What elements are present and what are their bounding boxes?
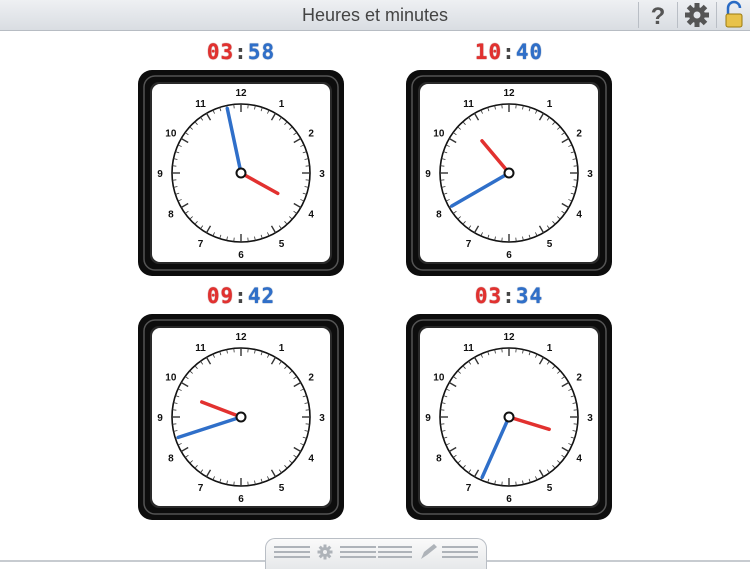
- dial-number: 1: [547, 99, 553, 110]
- digital-colon: :: [234, 284, 248, 308]
- dial-number: 12: [235, 332, 247, 343]
- dial-number: 2: [308, 129, 314, 140]
- dial-number: 5: [279, 483, 285, 494]
- dial-number: 8: [436, 210, 442, 221]
- dial-number: 3: [319, 413, 325, 424]
- digital-hours: 10: [475, 40, 502, 64]
- digital-time: 10:40: [404, 40, 614, 64]
- dial-number: 9: [425, 413, 431, 424]
- digital-time: 03:58: [136, 40, 346, 64]
- center-pin: [505, 413, 514, 422]
- dial-number: 6: [238, 250, 244, 261]
- dial-number: 5: [279, 239, 285, 250]
- dial-number: 2: [576, 373, 582, 384]
- lock-button[interactable]: [718, 0, 750, 30]
- dial-number: 12: [503, 332, 515, 343]
- dial-number: 5: [547, 483, 553, 494]
- center-pin: [237, 413, 246, 422]
- digital-minutes: 58: [248, 40, 275, 64]
- dial-number: 7: [466, 483, 472, 494]
- dial-number: 2: [308, 373, 314, 384]
- dial-number: 10: [433, 129, 445, 140]
- dial-number: 10: [165, 129, 177, 140]
- dial-number: 12: [503, 88, 515, 99]
- dial-number: 3: [319, 169, 325, 180]
- dial-number: 8: [168, 210, 174, 221]
- dial-number: 4: [576, 454, 582, 465]
- pencil-icon: [421, 544, 437, 559]
- gear-icon: [679, 0, 715, 30]
- clock-1: 03:58 121234567891011: [136, 40, 346, 280]
- bottom-toolbar-graphic: [266, 539, 486, 563]
- dial-number: 7: [198, 483, 204, 494]
- dial-number: 7: [466, 239, 472, 250]
- question-mark-icon: ?: [640, 0, 676, 30]
- dial-number: 2: [576, 129, 582, 140]
- analog-clock-face[interactable]: 121234567891011: [404, 314, 614, 520]
- dial-number: 6: [506, 250, 512, 261]
- dial-number: 8: [436, 454, 442, 465]
- lines-icon: [274, 547, 478, 557]
- clock-4: 03:34 121234567891011: [404, 284, 614, 524]
- settings-button[interactable]: [679, 0, 715, 30]
- digital-hours: 03: [475, 284, 502, 308]
- digital-minutes: 34: [516, 284, 543, 308]
- dial-number: 6: [238, 494, 244, 505]
- digital-hours: 03: [207, 40, 234, 64]
- dial-number: 1: [279, 99, 285, 110]
- dial-number: 8: [168, 454, 174, 465]
- toolbar-divider: [638, 2, 639, 28]
- digital-colon: :: [234, 40, 248, 64]
- dial-number: 11: [195, 99, 206, 110]
- dial-number: 6: [506, 494, 512, 505]
- dial-number: 4: [576, 210, 582, 221]
- dial-number: 1: [279, 343, 285, 354]
- dial-number: 4: [308, 210, 314, 221]
- dial-number: 9: [157, 169, 163, 180]
- dial-number: 7: [198, 239, 204, 250]
- dial-number: 10: [165, 373, 177, 384]
- digital-time: 09:42: [136, 284, 346, 308]
- title-bar: Heures et minutes ?: [0, 0, 750, 31]
- dial-number: 1: [547, 343, 553, 354]
- dial-number: 3: [587, 169, 593, 180]
- dial-number: 12: [235, 88, 247, 99]
- svg-text:?: ?: [651, 3, 666, 30]
- digital-time: 03:34: [404, 284, 614, 308]
- digital-hours: 09: [207, 284, 234, 308]
- analog-clock-face[interactable]: 121234567891011: [136, 70, 346, 276]
- dial-number: 9: [157, 413, 163, 424]
- help-button[interactable]: ?: [640, 0, 676, 30]
- dial-number: 11: [195, 343, 206, 354]
- dial-number: 9: [425, 169, 431, 180]
- dial-number: 11: [463, 343, 474, 354]
- digital-minutes: 42: [248, 284, 275, 308]
- dial-number: 5: [547, 239, 553, 250]
- digital-colon: :: [502, 284, 516, 308]
- digital-minutes: 40: [516, 40, 543, 64]
- center-pin: [237, 169, 246, 178]
- dial-number: 11: [463, 99, 474, 110]
- dial-number: 3: [587, 413, 593, 424]
- clock-3: 09:42 121234567891011: [136, 284, 346, 524]
- padlock-open-icon: [718, 0, 750, 30]
- bottom-toolbar[interactable]: [265, 538, 487, 569]
- clock-2: 10:40 121234567891011: [404, 40, 614, 280]
- digital-colon: :: [502, 40, 516, 64]
- center-pin: [505, 169, 514, 178]
- dial-number: 4: [308, 454, 314, 465]
- analog-clock-face[interactable]: 121234567891011: [404, 70, 614, 276]
- gear-icon: [318, 545, 333, 560]
- dial-number: 10: [433, 373, 445, 384]
- toolbar-divider: [716, 2, 717, 28]
- analog-clock-face[interactable]: 121234567891011: [136, 314, 346, 520]
- toolbar-divider: [677, 2, 678, 28]
